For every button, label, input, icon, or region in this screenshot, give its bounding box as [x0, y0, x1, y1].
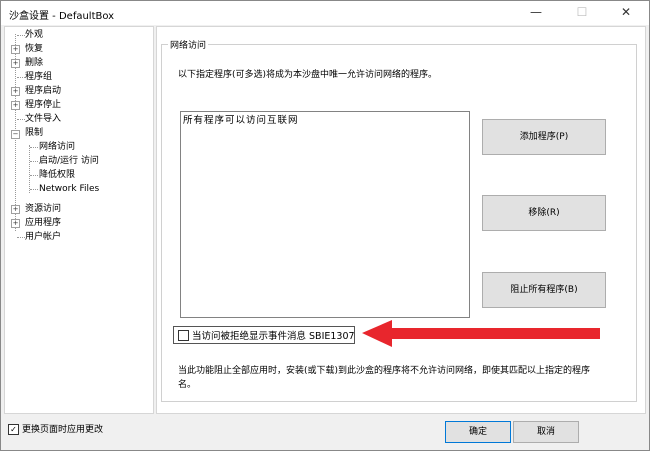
notify-checkbox-row[interactable]: 当访问被拒绝显示事件消息 SBIE1307 — [173, 326, 355, 344]
tree-item-start-run-access[interactable]: 启动/运行 访问 — [39, 154, 99, 168]
tree-line — [17, 237, 25, 238]
tree-item-delete[interactable]: 删除 — [25, 56, 43, 70]
tree-item-applications[interactable]: 应用程序 — [25, 216, 61, 230]
tree-item-resource-access[interactable]: 资源访问 — [25, 202, 61, 216]
expand-plus-icon[interactable]: + — [11, 219, 20, 228]
program-list[interactable]: 所有程序可以访问互联网 — [180, 111, 470, 318]
expand-plus-icon[interactable]: + — [11, 59, 20, 68]
tree-line — [30, 189, 38, 190]
notify-checkbox-label[interactable]: 当访问被拒绝显示事件消息 SBIE1307 — [192, 328, 355, 342]
tree-item-file-import[interactable]: 文件导入 — [25, 112, 61, 126]
settings-tree[interactable]: 外观 + 恢复 + 删除 程序组 + 程序启动 + 程序停止 文件导入 − 限制… — [4, 26, 154, 414]
tree-item-restrictions[interactable]: 限制 — [25, 126, 43, 140]
cancel-button[interactable]: 取消 — [513, 421, 579, 443]
collapse-minus-icon[interactable]: − — [11, 130, 20, 139]
tree-item-recovery[interactable]: 恢复 — [25, 42, 43, 56]
expand-plus-icon[interactable]: + — [11, 87, 20, 96]
note-text: 当此功能阻止全部应用时，安装(或下载)到此沙盒的程序将不允许访问网络，即使其匹配… — [178, 366, 591, 390]
tree-item-program-stop[interactable]: 程序停止 — [25, 98, 61, 112]
tree-item-program-start[interactable]: 程序启动 — [25, 84, 61, 98]
close-button[interactable]: ✕ — [603, 1, 649, 25]
ok-button[interactable]: 确定 — [445, 421, 511, 443]
expand-plus-icon[interactable]: + — [11, 45, 20, 54]
tree-item-drop-rights[interactable]: 降低权限 — [39, 168, 75, 182]
tree-item-network-access[interactable]: 网络访问 — [39, 140, 75, 154]
remove-button[interactable]: 移除(R) — [482, 195, 606, 231]
maximize-button[interactable]: ☐ — [559, 1, 605, 25]
apply-on-change-checkbox[interactable]: ✓ — [8, 424, 19, 435]
description-text: 以下指定程序(可多选)将成为本沙盘中唯一允许访问网络的程序。 — [178, 70, 438, 80]
minimize-button[interactable]: — — [513, 1, 559, 25]
expand-plus-icon[interactable]: + — [11, 205, 20, 214]
tree-item-network-files[interactable]: Network Files — [39, 182, 99, 196]
group-title: 网络访问 — [168, 38, 209, 51]
tree-line — [17, 35, 25, 36]
tree-item-user-accounts[interactable]: 用户帐户 — [25, 230, 61, 244]
window-title: 沙盒设置 - DefaultBox — [9, 11, 115, 22]
tree-line — [30, 161, 38, 162]
tree-line — [30, 147, 38, 148]
block-all-button[interactable]: 阻止所有程序(B) — [482, 272, 606, 308]
title-bar: 沙盒设置 - DefaultBox — ☐ ✕ — [1, 1, 649, 25]
tree-line — [17, 77, 25, 78]
notify-checkbox[interactable] — [178, 330, 189, 341]
tree-item-appearance[interactable]: 外观 — [25, 28, 43, 42]
tree-line — [29, 145, 30, 193]
list-item[interactable]: 所有程序可以访问互联网 — [183, 112, 299, 126]
tree-item-program-groups[interactable]: 程序组 — [25, 70, 52, 84]
tree-line — [17, 119, 25, 120]
apply-on-change-label[interactable]: 更换页面时应用更改 — [22, 422, 103, 435]
expand-plus-icon[interactable]: + — [11, 101, 20, 110]
tree-line — [30, 175, 38, 176]
add-program-button[interactable]: 添加程序(P) — [482, 119, 606, 155]
